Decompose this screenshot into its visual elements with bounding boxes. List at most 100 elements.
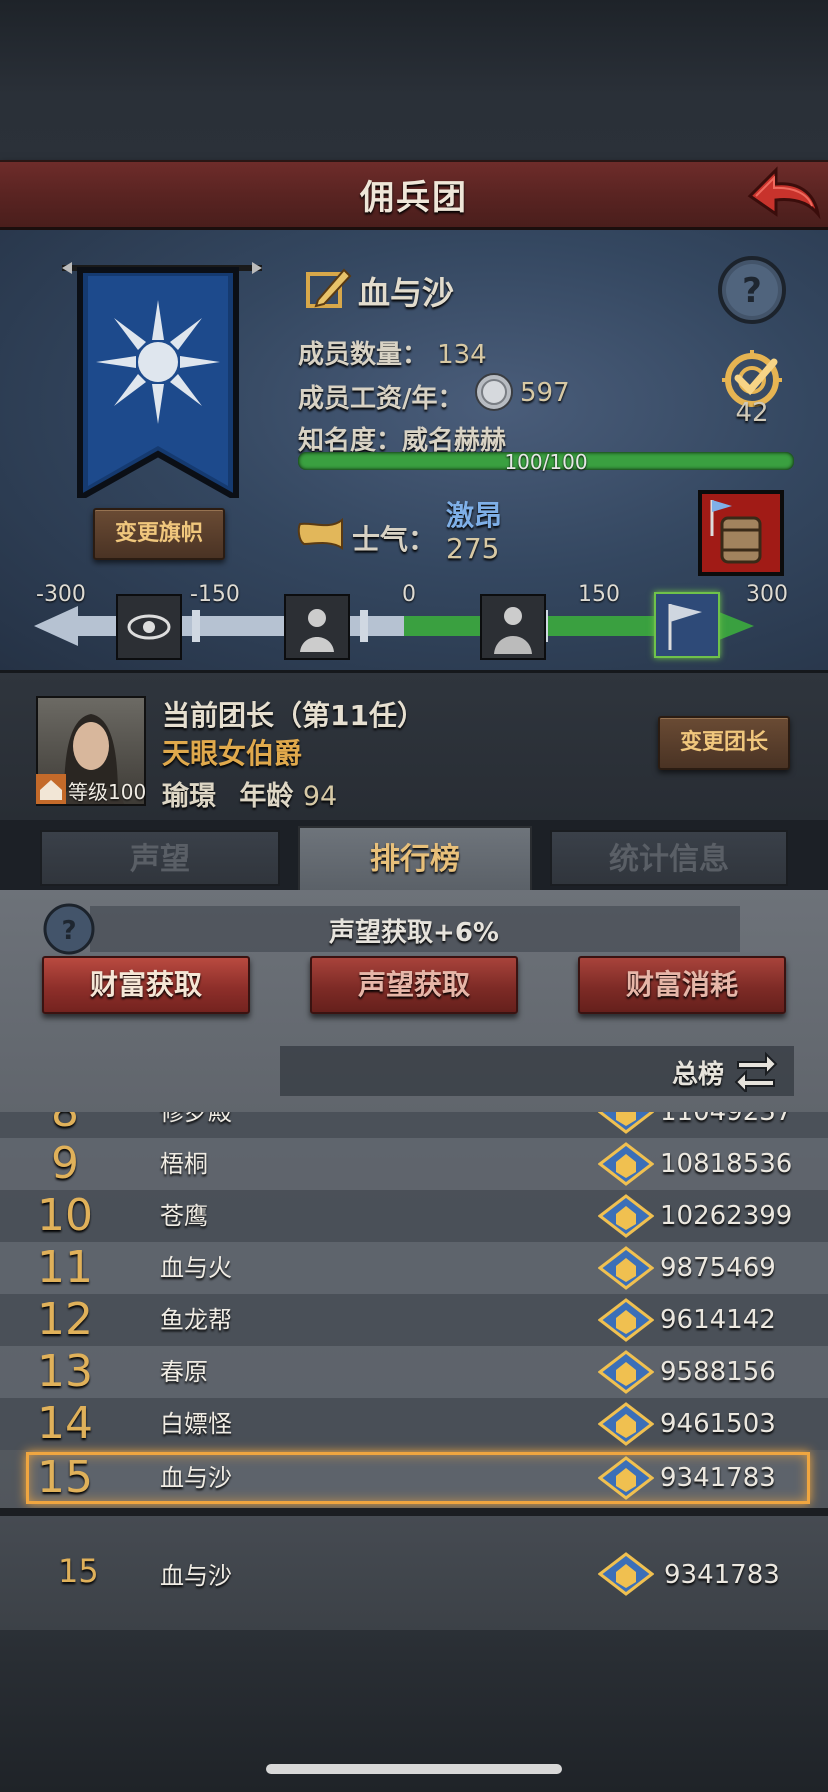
rank-number: 15 bbox=[37, 1452, 93, 1503]
help-button[interactable]: ? bbox=[716, 254, 788, 326]
reputation-icon bbox=[598, 1112, 654, 1134]
table-row[interactable]: 13 春原 9588156 bbox=[0, 1346, 828, 1398]
score-cell: 11049237 bbox=[660, 1112, 793, 1127]
reputation-icon bbox=[598, 1552, 654, 1596]
leaderboard-list[interactable]: 8 修罗殿 11049237 9 梧桐 10818536 10 苍鹰 10262… bbox=[0, 1112, 828, 1510]
rank-number: 11 bbox=[37, 1242, 93, 1293]
leader-age-value: 94 bbox=[302, 781, 338, 812]
guild-name-cell: 修罗殿 bbox=[160, 1112, 232, 1126]
reputation-icon bbox=[598, 1456, 654, 1500]
reputation-icon bbox=[598, 1194, 654, 1238]
wage-value: 597 bbox=[520, 378, 570, 408]
leader-given-name: 瑜璟 bbox=[162, 781, 216, 812]
guild-name-cell: 梧桐 bbox=[160, 1150, 208, 1178]
tab-reputation[interactable]: 声望 bbox=[40, 830, 280, 886]
table-row[interactable]: 8 修罗殿 11049237 bbox=[0, 1112, 828, 1138]
guild-name: 血与沙 bbox=[358, 274, 455, 312]
reputation-bonus-text: 声望获取+6% bbox=[329, 918, 499, 948]
table-row-own-guild[interactable]: 15 血与沙 9341783 bbox=[26, 1452, 810, 1504]
rank-badge-value: 42 bbox=[735, 398, 769, 428]
wage-label: 成员工资/年： bbox=[298, 384, 464, 414]
banner-emblem-icon bbox=[62, 262, 262, 504]
change-leader-button[interactable]: 变更团长 bbox=[658, 716, 790, 770]
top-background bbox=[0, 0, 828, 160]
own-score: 9341783 bbox=[664, 1560, 780, 1590]
score-cell: 9875469 bbox=[660, 1253, 776, 1283]
table-row[interactable]: 10 苍鹰 10262399 bbox=[0, 1190, 828, 1242]
wage-row: 成员工资/年： bbox=[298, 378, 464, 415]
guild-name-cell: 苍鹰 bbox=[160, 1202, 208, 1230]
tick-label: 300 bbox=[746, 582, 788, 607]
calm-status-icon[interactable] bbox=[480, 594, 546, 660]
leader-title: 当前团长（第11任） bbox=[162, 699, 425, 732]
change-banner-button[interactable]: 变更旗帜 bbox=[93, 508, 225, 560]
tick-label: 0 bbox=[402, 582, 416, 607]
score-cell: 9341783 bbox=[660, 1463, 776, 1493]
guild-banner[interactable] bbox=[62, 258, 262, 504]
own-rank-number: 15 bbox=[58, 1552, 99, 1590]
question-icon: ? bbox=[718, 256, 786, 324]
silver-coin-icon bbox=[474, 372, 514, 412]
rank-number: 10 bbox=[37, 1190, 93, 1241]
house-icon bbox=[36, 774, 66, 804]
fame-progress-text: 100/100 bbox=[504, 450, 588, 474]
reputation-icon bbox=[598, 1402, 654, 1446]
reputation-gain-button[interactable]: 声望获取 bbox=[310, 956, 518, 1014]
tick-label: -300 bbox=[36, 582, 86, 607]
leader-age-label: 年龄 bbox=[239, 781, 294, 812]
back-button[interactable] bbox=[742, 162, 822, 224]
back-arrow-icon bbox=[747, 166, 821, 220]
eye-status-icon[interactable] bbox=[116, 594, 182, 660]
score-cell: 9588156 bbox=[660, 1357, 776, 1387]
tab-statistics[interactable]: 统计信息 bbox=[550, 830, 788, 886]
rank-number: 8 bbox=[30, 1112, 100, 1138]
guild-name-cell: 鱼龙帮 bbox=[160, 1306, 232, 1334]
home-indicator[interactable] bbox=[266, 1764, 562, 1774]
horn-icon bbox=[296, 514, 346, 554]
wealth-gain-button[interactable]: 财富获取 bbox=[42, 956, 250, 1014]
despair-status-icon[interactable] bbox=[284, 594, 350, 660]
svg-text:?: ? bbox=[742, 271, 762, 311]
table-row[interactable]: 12 鱼龙帮 9614142 bbox=[0, 1294, 828, 1346]
own-guild-name: 血与沙 bbox=[160, 1562, 232, 1590]
morale-state: 激昂 bbox=[446, 499, 503, 532]
barrel-icon[interactable] bbox=[698, 490, 784, 576]
rank-number: 12 bbox=[37, 1294, 93, 1345]
reputation-icon bbox=[598, 1142, 654, 1186]
guild-name-cell: 春原 bbox=[160, 1358, 208, 1386]
excited-status-icon[interactable] bbox=[654, 592, 720, 658]
guild-name-cell: 白嫖怪 bbox=[160, 1410, 232, 1438]
morale-value: 275 bbox=[446, 532, 500, 565]
wealth-spend-button[interactable]: 财富消耗 bbox=[578, 956, 786, 1014]
table-row[interactable]: 9 梧桐 10818536 bbox=[0, 1138, 828, 1190]
wage-value-wrap: 597 bbox=[520, 378, 570, 408]
score-cell: 9614142 bbox=[660, 1305, 776, 1335]
tick-label: -150 bbox=[190, 582, 240, 607]
reputation-icon bbox=[598, 1298, 654, 1342]
morale-label: 士气： bbox=[352, 523, 437, 556]
ranking-scope-label[interactable]: 总榜 bbox=[672, 1054, 724, 1091]
score-cell: 10818536 bbox=[660, 1149, 793, 1179]
leader-info: 瑜璟 年龄 94 bbox=[162, 774, 337, 813]
tick-label: 150 bbox=[578, 582, 620, 607]
guild-name-cell: 血与沙 bbox=[160, 1464, 232, 1492]
guild-name-cell: 血与火 bbox=[160, 1254, 232, 1282]
rank-number: 9 bbox=[51, 1138, 79, 1189]
rank-number: 13 bbox=[37, 1346, 93, 1397]
table-row[interactable]: 14 白嫖怪 9461503 bbox=[0, 1398, 828, 1450]
rank-number: 14 bbox=[37, 1398, 93, 1449]
members-value: 134 bbox=[437, 340, 487, 370]
score-cell: 10262399 bbox=[660, 1201, 793, 1231]
members-row: 成员数量： 134 bbox=[298, 334, 487, 371]
members-label: 成员数量： bbox=[298, 340, 429, 370]
swap-arrows-icon[interactable] bbox=[734, 1050, 778, 1095]
edit-name-icon[interactable] bbox=[304, 264, 352, 312]
tab-leaderboard[interactable]: 排行榜 bbox=[298, 826, 532, 892]
reputation-icon bbox=[598, 1350, 654, 1394]
page-title: 佣兵团 bbox=[360, 178, 468, 218]
reputation-icon bbox=[598, 1246, 654, 1290]
list-divider bbox=[0, 1508, 828, 1516]
leader-level-badge: 等级100 bbox=[36, 774, 148, 804]
score-cell: 9461503 bbox=[660, 1409, 776, 1439]
table-row[interactable]: 11 血与火 9875469 bbox=[0, 1242, 828, 1294]
